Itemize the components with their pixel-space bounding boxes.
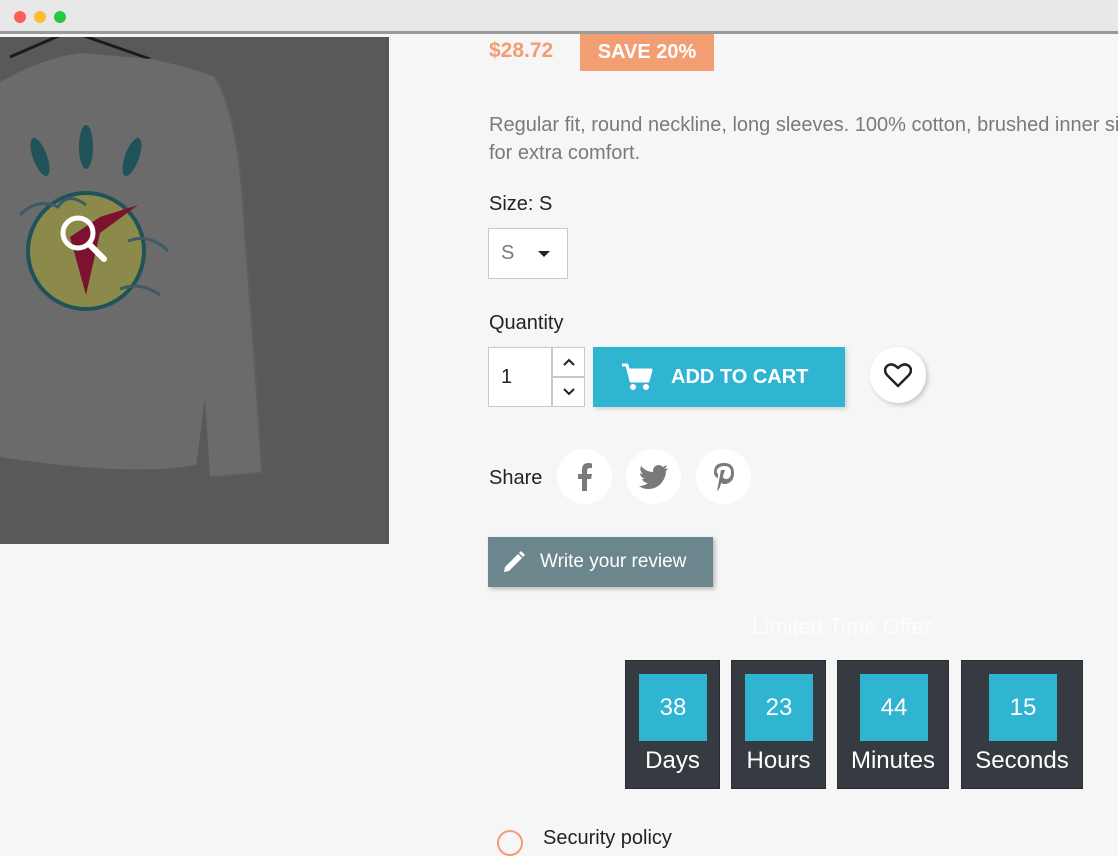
countdown-days-value: 38 bbox=[639, 674, 707, 741]
description-line-1: Regular fit, round neckline, long sleeve… bbox=[489, 114, 1118, 136]
pencil-icon bbox=[502, 550, 526, 574]
wishlist-button[interactable] bbox=[870, 347, 926, 403]
countdown-minutes-value: 44 bbox=[860, 674, 928, 741]
quantity-decrease-button[interactable] bbox=[552, 377, 585, 407]
countdown-seconds-value: 15 bbox=[989, 674, 1057, 741]
zoom-icon[interactable] bbox=[54, 209, 114, 269]
twitter-icon bbox=[638, 464, 668, 489]
security-policy: Security policy bbox=[497, 820, 672, 856]
description-line-2: for extra comfort. bbox=[489, 142, 641, 164]
add-to-cart-button[interactable]: ADD TO CART bbox=[593, 347, 845, 407]
write-review-button[interactable]: Write your review bbox=[488, 537, 713, 587]
countdown-minutes: 44 Minutes bbox=[837, 660, 949, 789]
countdown-days: 38 Days bbox=[625, 660, 720, 789]
share-pinterest-button[interactable] bbox=[696, 449, 751, 504]
chevron-up-icon bbox=[562, 358, 575, 366]
window-titlebar bbox=[0, 0, 1118, 34]
heart-icon bbox=[884, 363, 912, 388]
product-price: $28.72 bbox=[489, 39, 554, 62]
countdown-minutes-label: Minutes bbox=[850, 747, 936, 774]
countdown-days-label: Days bbox=[645, 747, 700, 774]
discount-badge: SAVE 20% bbox=[580, 34, 714, 71]
size-selected-value: S bbox=[501, 242, 515, 264]
quantity-input[interactable]: 1 bbox=[488, 347, 552, 407]
size-label: Size: S bbox=[489, 193, 553, 215]
countdown-hours-value: 23 bbox=[745, 674, 813, 741]
write-review-label: Write your review bbox=[540, 551, 687, 572]
countdown-seconds: 15 Seconds bbox=[961, 660, 1083, 789]
countdown-title: Limited Time Offer bbox=[752, 614, 932, 639]
quantity-increase-button[interactable] bbox=[552, 347, 585, 377]
chevron-down-icon bbox=[562, 388, 575, 396]
caret-down-icon bbox=[538, 251, 550, 257]
product-description: Regular fit, round neckline, long sleeve… bbox=[489, 111, 1118, 167]
shield-icon bbox=[497, 830, 523, 856]
add-to-cart-label: ADD TO CART bbox=[671, 365, 809, 388]
maximize-window-button[interactable] bbox=[54, 11, 66, 23]
countdown-hours: 23 Hours bbox=[731, 660, 826, 789]
minimize-window-button[interactable] bbox=[34, 11, 46, 23]
product-image[interactable] bbox=[0, 37, 389, 544]
size-select[interactable]: S bbox=[488, 228, 568, 279]
share-facebook-button[interactable] bbox=[557, 449, 612, 504]
close-window-button[interactable] bbox=[14, 11, 26, 23]
countdown-seconds-label: Seconds bbox=[975, 747, 1069, 774]
facebook-icon bbox=[577, 462, 592, 491]
countdown-hours-label: Hours bbox=[746, 747, 811, 774]
quantity-label: Quantity bbox=[489, 312, 564, 334]
pinterest-icon bbox=[713, 462, 734, 491]
cart-icon bbox=[621, 363, 653, 391]
share-twitter-button[interactable] bbox=[626, 449, 681, 504]
security-policy-label: Security policy bbox=[543, 826, 672, 849]
share-label: Share bbox=[489, 467, 543, 489]
tshirt-image bbox=[0, 37, 264, 478]
